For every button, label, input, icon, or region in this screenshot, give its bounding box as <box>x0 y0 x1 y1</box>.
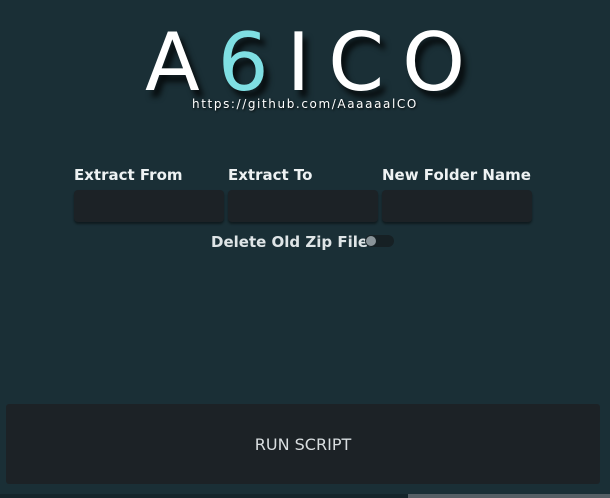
logo-prefix: A <box>144 16 218 109</box>
run-script-button[interactable]: RUN SCRIPT <box>6 404 600 484</box>
app-window: A6ICO https://github.com/AaaaaalCO Extra… <box>0 0 610 498</box>
app-logo: A6ICO <box>0 18 610 108</box>
new-folder-name-label: New Folder Name <box>382 166 531 184</box>
bottom-bar <box>0 494 408 498</box>
logo-suffix: ICO <box>286 16 484 109</box>
scrollbar-thumb[interactable] <box>408 494 610 498</box>
extract-from-label: Extract From <box>74 166 183 184</box>
extract-from-input[interactable] <box>74 190 224 222</box>
delete-old-zip-label: Delete Old Zip Files <box>211 233 377 251</box>
logo-accent: 6 <box>217 16 287 109</box>
logo-url: https://github.com/AaaaaalCO <box>192 97 418 111</box>
extract-to-label: Extract To <box>228 166 313 184</box>
extract-to-input[interactable] <box>228 190 378 222</box>
new-folder-name-input[interactable] <box>382 190 532 222</box>
toggle-knob <box>366 236 376 246</box>
delete-old-zip-toggle[interactable] <box>365 235 394 247</box>
